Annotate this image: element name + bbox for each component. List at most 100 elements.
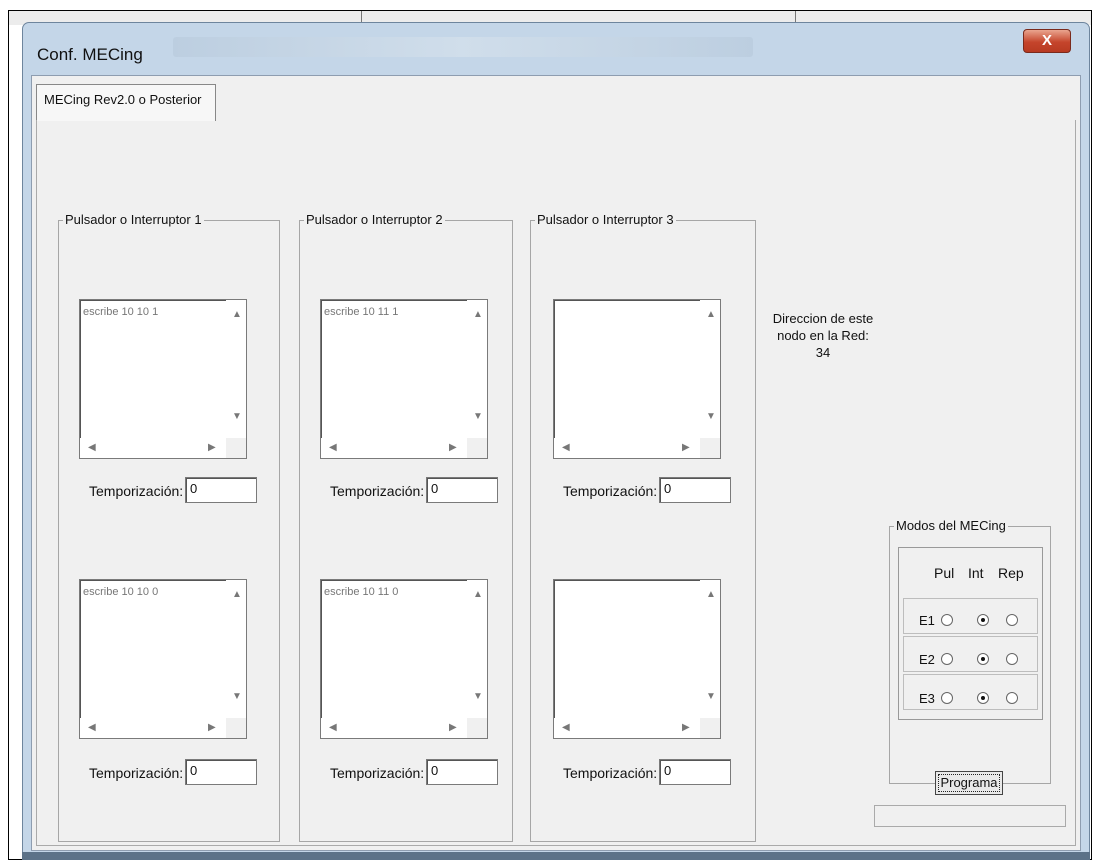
radio-e2-pul[interactable]	[941, 653, 953, 665]
scroll-up-icon[interactable]: ▲	[706, 310, 716, 320]
node-address-line2: nodo en la Red:	[777, 328, 869, 343]
radio-e1-pul[interactable]	[941, 614, 953, 626]
scroll-right-icon[interactable]: ▶	[449, 723, 457, 733]
background-taskbar-strip	[22, 852, 1090, 860]
radio-e3-rep[interactable]	[1006, 692, 1018, 704]
scroll-down-icon[interactable]: ▼	[232, 692, 242, 702]
command-text-on-3[interactable]: ▲ ▼ ◀ ▶	[553, 299, 721, 459]
command-text-off-1[interactable]: escribe 10 10 0 ▲ ▼ ◀ ▶	[79, 579, 247, 739]
timer-input-off-3[interactable]: 0	[659, 759, 731, 785]
window-title: Conf. MECing	[37, 45, 143, 64]
command-text-on-2[interactable]: escribe 10 11 1 ▲ ▼ ◀ ▶	[320, 299, 488, 459]
horizontal-scrollbar[interactable]: ◀ ▶	[321, 718, 469, 738]
group-legend: Pulsador o Interruptor 3	[535, 212, 676, 227]
vertical-scrollbar[interactable]: ▲ ▼	[700, 300, 720, 438]
node-address-info: Direccion de este nodo en la Red: 34	[768, 310, 878, 361]
mode-row-label-e1: E1	[919, 613, 935, 628]
mode-header-rep: Rep	[998, 565, 1024, 581]
horizontal-scrollbar[interactable]: ◀ ▶	[554, 438, 702, 458]
text-content: escribe 10 10 1	[83, 306, 159, 318]
scroll-corner	[226, 438, 246, 458]
program-button[interactable]: Programa	[935, 771, 1003, 795]
scroll-corner	[467, 718, 487, 738]
vertical-scrollbar[interactable]: ▲ ▼	[226, 300, 246, 438]
scroll-up-icon[interactable]: ▲	[232, 590, 242, 600]
mode-row-label-e3: E3	[919, 691, 935, 706]
scroll-left-icon[interactable]: ◀	[88, 723, 96, 733]
scroll-right-icon[interactable]: ▶	[208, 443, 216, 453]
command-text-off-2[interactable]: escribe 10 11 0 ▲ ▼ ◀ ▶	[320, 579, 488, 739]
radio-e1-int[interactable]	[977, 614, 989, 626]
node-address-value: 34	[815, 345, 831, 360]
horizontal-scrollbar[interactable]: ◀ ▶	[554, 718, 702, 738]
command-text-on-1[interactable]: escribe 10 10 1 ▲ ▼ ◀ ▶	[79, 299, 247, 459]
scroll-up-icon[interactable]: ▲	[473, 590, 483, 600]
text-content: escribe 10 10 0	[83, 586, 159, 598]
timer-input-on-2[interactable]: 0	[426, 477, 498, 503]
scroll-corner	[700, 438, 720, 458]
vertical-scrollbar[interactable]: ▲ ▼	[700, 580, 720, 718]
scroll-left-icon[interactable]: ◀	[88, 443, 96, 453]
text-content: escribe 10 11 1	[324, 306, 399, 318]
scroll-right-icon[interactable]: ▶	[449, 443, 457, 453]
scroll-right-icon[interactable]: ▶	[682, 723, 690, 733]
scroll-corner	[467, 438, 487, 458]
radio-e3-pul[interactable]	[941, 692, 953, 704]
scroll-right-icon[interactable]: ▶	[682, 443, 690, 453]
scroll-right-icon[interactable]: ▶	[208, 723, 216, 733]
timer-input-off-2[interactable]: 0	[426, 759, 498, 785]
mode-header-pul: Pul	[934, 565, 955, 581]
modes-legend: Modos del MECing	[894, 518, 1008, 533]
group-pulsador-1: Pulsador o Interruptor 1 escribe 10 10 1…	[58, 212, 280, 842]
timer-label: Temporización:	[330, 483, 425, 499]
scroll-up-icon[interactable]: ▲	[706, 590, 716, 600]
scroll-up-icon[interactable]: ▲	[232, 310, 242, 320]
scroll-down-icon[interactable]: ▼	[473, 692, 483, 702]
scroll-up-icon[interactable]: ▲	[473, 310, 483, 320]
horizontal-scrollbar[interactable]: ◀ ▶	[80, 718, 228, 738]
radio-e2-int[interactable]	[977, 653, 989, 665]
scroll-left-icon[interactable]: ◀	[329, 723, 337, 733]
radio-e3-int[interactable]	[977, 692, 989, 704]
tab-label: MECing Rev2.0 o Posterior	[44, 92, 202, 107]
scroll-down-icon[interactable]: ▼	[232, 412, 242, 422]
scroll-down-icon[interactable]: ▼	[706, 692, 716, 702]
horizontal-scrollbar[interactable]: ◀ ▶	[80, 438, 228, 458]
timer-label: Temporización:	[330, 765, 425, 781]
node-address-line1: Direccion de este	[772, 311, 874, 326]
close-button[interactable]: X	[1023, 29, 1071, 53]
vertical-scrollbar[interactable]: ▲ ▼	[467, 580, 487, 718]
status-field	[874, 805, 1066, 827]
background-tabs-ghost	[173, 37, 753, 57]
scroll-corner	[700, 718, 720, 738]
timer-label: Temporización:	[89, 765, 184, 781]
scroll-left-icon[interactable]: ◀	[562, 723, 570, 733]
vertical-scrollbar[interactable]: ▲ ▼	[467, 300, 487, 438]
scroll-down-icon[interactable]: ▼	[706, 412, 716, 422]
vertical-scrollbar[interactable]: ▲ ▼	[226, 580, 246, 718]
text-content: escribe 10 11 0	[324, 586, 399, 598]
scroll-corner	[226, 718, 246, 738]
horizontal-scrollbar[interactable]: ◀ ▶	[321, 438, 469, 458]
mode-header-int: Int	[968, 565, 984, 581]
group-legend: Pulsador o Interruptor 2	[304, 212, 445, 227]
scroll-left-icon[interactable]: ◀	[329, 443, 337, 453]
group-pulsador-2: Pulsador o Interruptor 2 escribe 10 11 1…	[299, 212, 513, 842]
timer-label: Temporización:	[89, 483, 184, 499]
dialog-window: Conf. MECing X MECing Rev2.0 o Posterior…	[22, 22, 1090, 860]
mode-row-label-e2: E2	[919, 652, 935, 667]
scroll-left-icon[interactable]: ◀	[562, 443, 570, 453]
close-icon: X	[1041, 32, 1052, 49]
radio-e2-rep[interactable]	[1006, 653, 1018, 665]
group-legend: Pulsador o Interruptor 1	[63, 212, 204, 227]
timer-input-on-1[interactable]: 0	[185, 477, 257, 503]
scroll-down-icon[interactable]: ▼	[473, 412, 483, 422]
timer-label: Temporización:	[563, 483, 658, 499]
timer-label: Temporización:	[563, 765, 658, 781]
title-bar[interactable]: Conf. MECing X	[23, 23, 1089, 75]
timer-input-off-1[interactable]: 0	[185, 759, 257, 785]
timer-input-on-3[interactable]: 0	[659, 477, 731, 503]
radio-e1-rep[interactable]	[1006, 614, 1018, 626]
command-text-off-3[interactable]: ▲ ▼ ◀ ▶	[553, 579, 721, 739]
tab-mecing-rev2[interactable]: MECing Rev2.0 o Posterior	[36, 84, 216, 121]
